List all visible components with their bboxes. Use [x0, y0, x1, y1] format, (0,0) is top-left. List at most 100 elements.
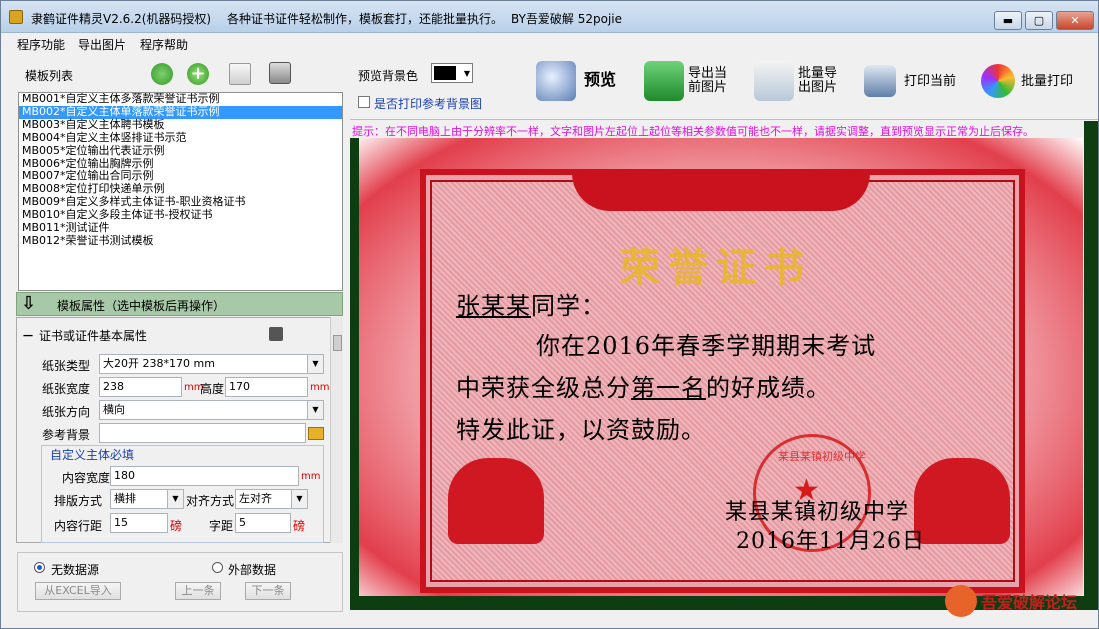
batch-printer-icon — [981, 64, 1015, 98]
trash-icon[interactable] — [269, 62, 291, 84]
paper-type-label: 纸张类型 — [42, 359, 91, 373]
certificate-date: 2016年11月26日 — [736, 529, 925, 554]
maximize-button[interactable]: ▢ — [1025, 11, 1053, 30]
external-radio[interactable] — [212, 562, 223, 573]
template-list[interactable]: MB001*自定义主体多落款荣誉证书示例 MB002*自定义主体单落款荣誉证书示… — [18, 92, 343, 291]
magnifier-icon — [536, 61, 576, 101]
recipient-name: 张某某 — [456, 292, 531, 320]
preview-border-left — [350, 138, 359, 610]
print-current-button[interactable]: 打印当前 — [864, 59, 964, 109]
chevron-down-icon[interactable]: ▼ — [167, 490, 183, 508]
watermark-text: 吾爱破解论坛 — [981, 593, 1078, 612]
preview-border-right — [1084, 121, 1098, 610]
align-value: 左对齐 — [239, 492, 272, 505]
prev-button[interactable]: 上一条 — [175, 582, 221, 600]
layout-label: 排版方式 — [54, 494, 103, 508]
toolbar-divider — [350, 119, 1098, 120]
paper-width-input[interactable]: 238 — [99, 377, 182, 397]
align-select[interactable]: 左对齐 ▼ — [235, 489, 308, 509]
content-width-input[interactable]: 180 — [110, 466, 299, 486]
color-swatch — [434, 66, 456, 80]
preview-button[interactable]: 预览 — [536, 59, 626, 109]
template-item[interactable]: MB005*定位输出代表证示例 — [19, 144, 342, 158]
external-label: 外部数据 — [228, 563, 277, 577]
corner-ornament-left — [448, 458, 544, 544]
print-ref-bg-checkbox[interactable] — [358, 96, 370, 108]
chevron-down-icon[interactable]: ▼ — [291, 490, 307, 508]
template-item[interactable]: MB003*自定义主体聘书模板 — [19, 118, 342, 132]
menu-help[interactable]: 程序帮助 — [140, 36, 188, 53]
seal-text: 某县某镇初级中学 — [778, 450, 866, 463]
char-spacing-input[interactable]: 5 — [235, 513, 291, 533]
preview-bg-color-picker[interactable]: ▼ — [431, 63, 473, 83]
upload-arrow-icon — [644, 61, 684, 101]
print-ref-bg-label: 是否打印参考背景图 — [374, 97, 483, 111]
layout-select[interactable]: 横排 ▼ — [110, 489, 184, 509]
template-item[interactable]: MB001*自定义主体多落款荣誉证书示例 — [19, 93, 342, 106]
save-icon[interactable] — [269, 327, 283, 341]
certificate-header-ornament — [572, 173, 870, 211]
height-label: 高度 — [200, 382, 225, 396]
batch-export-button[interactable]: 批量导 出图片 — [754, 59, 844, 109]
line2-suffix: 的好成绩。 — [706, 374, 831, 402]
export-current-label-2: 前图片 — [688, 80, 728, 95]
minimize-button[interactable]: ▬ — [994, 11, 1022, 30]
paper-type-select[interactable]: 大20开 238*170 mm ▼ — [99, 354, 324, 374]
batch-export-label-2: 出图片 — [798, 80, 838, 95]
edit-icon[interactable] — [229, 63, 251, 85]
content-width-label: 内容宽度 — [62, 471, 111, 485]
greeting-suffix: 同学： — [531, 292, 606, 320]
mm-unit: mm — [310, 382, 330, 393]
close-button[interactable]: ✕ — [1056, 11, 1094, 30]
window-slogan: 各种证书证件轻松制作，模板套打，还能批量执行。 — [227, 12, 504, 26]
certificate-line-3: 特发此证，以资鼓励。 — [456, 416, 706, 444]
print-current-label: 打印当前 — [904, 74, 957, 89]
export-current-label-1: 导出当 — [688, 66, 728, 81]
title-bar: 隶鹤证件精灵V2.6.2(机器码授权) 各种证书证件轻松制作，模板套打，还能批量… — [1, 1, 1098, 33]
orientation-value: 横向 — [103, 403, 125, 416]
paper-type-value: 大20开 238*170 mm — [103, 357, 215, 370]
window-title: 隶鹤证件精灵V2.6.2(机器码授权) — [31, 12, 212, 26]
preview-bg-label: 预览背景色 — [358, 69, 419, 83]
certificate-line-1: 你在2016年春季学期期末考试 — [536, 332, 877, 360]
ref-bg-input[interactable] — [99, 423, 306, 443]
ref-bg-label: 参考背景 — [42, 428, 91, 442]
scrollbar-thumb[interactable] — [333, 335, 342, 351]
import-excel-button[interactable]: 从EXCEL导入 — [35, 582, 121, 600]
no-source-radio[interactable] — [34, 562, 45, 573]
orientation-label: 纸张方向 — [42, 405, 91, 419]
add-icon[interactable]: + — [187, 63, 209, 85]
collapse-icon[interactable]: － — [22, 327, 34, 344]
chevron-down-icon[interactable]: ▼ — [307, 401, 323, 419]
menu-program[interactable]: 程序功能 — [17, 36, 65, 53]
batch-print-button[interactable]: 批量打印 — [981, 59, 1091, 109]
batch-print-label: 批量打印 — [1021, 74, 1074, 89]
folder-icon[interactable] — [308, 427, 324, 440]
template-item[interactable]: MB004*自定义主体竖排证书示范 — [19, 131, 342, 145]
menu-export[interactable]: 导出图片 — [78, 36, 126, 53]
next-button[interactable]: 下一条 — [245, 582, 291, 600]
app-window: 隶鹤证件精灵V2.6.2(机器码授权) 各种证书证件轻松制作，模板套打，还能批量… — [0, 0, 1099, 629]
layout-value: 横排 — [114, 492, 136, 505]
template-item[interactable]: MB012*荣誉证书测试模板 — [19, 234, 342, 248]
line-spacing-input[interactable]: 15 — [110, 513, 168, 533]
certificate-title: 荣誉证书 — [620, 244, 812, 291]
corner-ornament-right — [914, 458, 1010, 544]
document-export-icon — [754, 61, 794, 101]
export-current-button[interactable]: 导出当 前图片 — [644, 59, 734, 109]
paper-width-label: 纸张宽度 — [42, 382, 91, 396]
chevron-down-icon[interactable]: ▼ — [464, 69, 470, 78]
chevron-down-icon[interactable]: ▼ — [307, 355, 323, 373]
hint-text: 提示：在不同电脑上由于分辨率不一样，文字和图片左起位上起位等相关参数值可能也不一… — [352, 125, 1034, 137]
template-item-selected[interactable]: MB002*自定义主体单落款荣誉证书示例 — [19, 105, 342, 119]
properties-scrollbar[interactable] — [330, 317, 343, 543]
certificate-line-2: 中荣获全级总分第一名的好成绩。 — [456, 368, 831, 403]
template-properties-label: 模板属性（选中模板后再操作） — [57, 299, 226, 313]
group-title: 自定义主体必填 — [48, 446, 137, 463]
certificate-preview: 荣誉证书 张某某同学： 你在2016年春季学期期末考试 中荣获全级总分第一名的好… — [350, 138, 1083, 610]
height-input[interactable]: 170 — [225, 377, 308, 397]
pound-unit: 磅 — [293, 519, 306, 533]
refresh-icon[interactable] — [151, 63, 173, 85]
line-spacing-label: 内容行距 — [54, 519, 103, 533]
orientation-select[interactable]: 横向 ▼ — [99, 400, 324, 420]
